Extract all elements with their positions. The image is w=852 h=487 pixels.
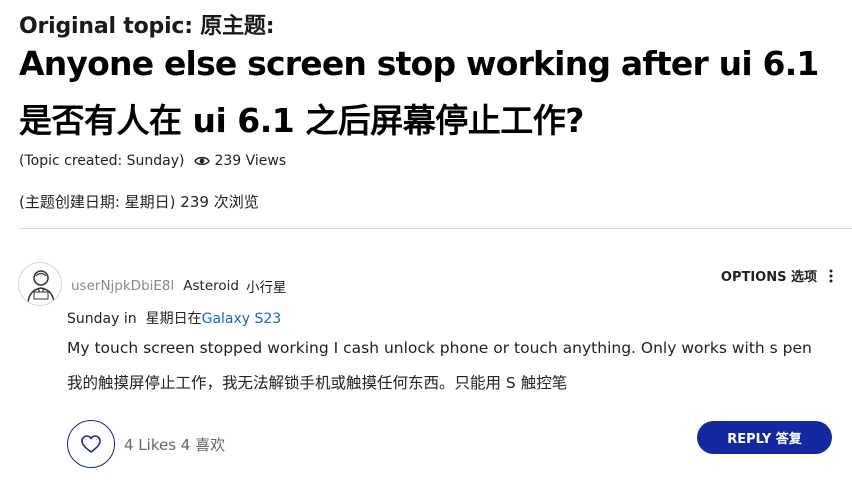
eye-icon	[194, 156, 211, 166]
post-body-en: My touch screen stopped working I cash u…	[67, 339, 812, 357]
author-info: userNjpkDbiE8l Asteroid 小行星	[71, 276, 286, 296]
reply-button[interactable]: REPLY 答复	[697, 421, 832, 454]
options-menu-button[interactable]: OPTIONS 选项	[721, 266, 837, 285]
post-date: Sunday in	[67, 311, 137, 327]
heart-icon	[81, 435, 101, 453]
author-rank: Asteroid	[183, 278, 239, 294]
user-avatar-icon	[27, 270, 55, 304]
divider	[19, 228, 852, 229]
post-body-zh: 我的触摸屏停止工作，我无法解锁手机或触摸任何东西。只能用 S 触控笔	[67, 374, 568, 392]
author-username[interactable]: userNjpkDbiE8l	[71, 278, 174, 294]
author-rank-zh: 小行星	[245, 280, 287, 296]
like-count: 4 Likes 4 喜欢	[124, 436, 226, 454]
topic-meta-zh: (主题创建日期: 星期日) 239 次浏览	[19, 193, 259, 211]
avatar[interactable]	[18, 262, 62, 306]
board-link[interactable]: Galaxy S23	[202, 311, 282, 327]
topic-meta: (Topic created: Sunday) 239 Views	[19, 153, 286, 169]
topic-title-en: Anyone else screen stop working after ui…	[19, 44, 819, 83]
options-label: OPTIONS 选项	[720, 270, 817, 285]
post-date-line: Sunday in 星期日在Galaxy S23	[67, 308, 281, 328]
topic-created: (Topic created: Sunday)	[19, 153, 185, 169]
view-count: 239 Views	[194, 153, 286, 169]
topic-title-zh: 是否有人在 ui 6.1 之后屏幕停止工作?	[19, 101, 584, 140]
vertical-dots-icon	[829, 269, 833, 282]
like-button[interactable]	[67, 420, 115, 468]
view-count-text: 239 Views	[214, 153, 287, 169]
post-date-zh: 星期日在	[145, 311, 202, 327]
original-topic-label: Original topic: 原主题:	[19, 14, 275, 39]
